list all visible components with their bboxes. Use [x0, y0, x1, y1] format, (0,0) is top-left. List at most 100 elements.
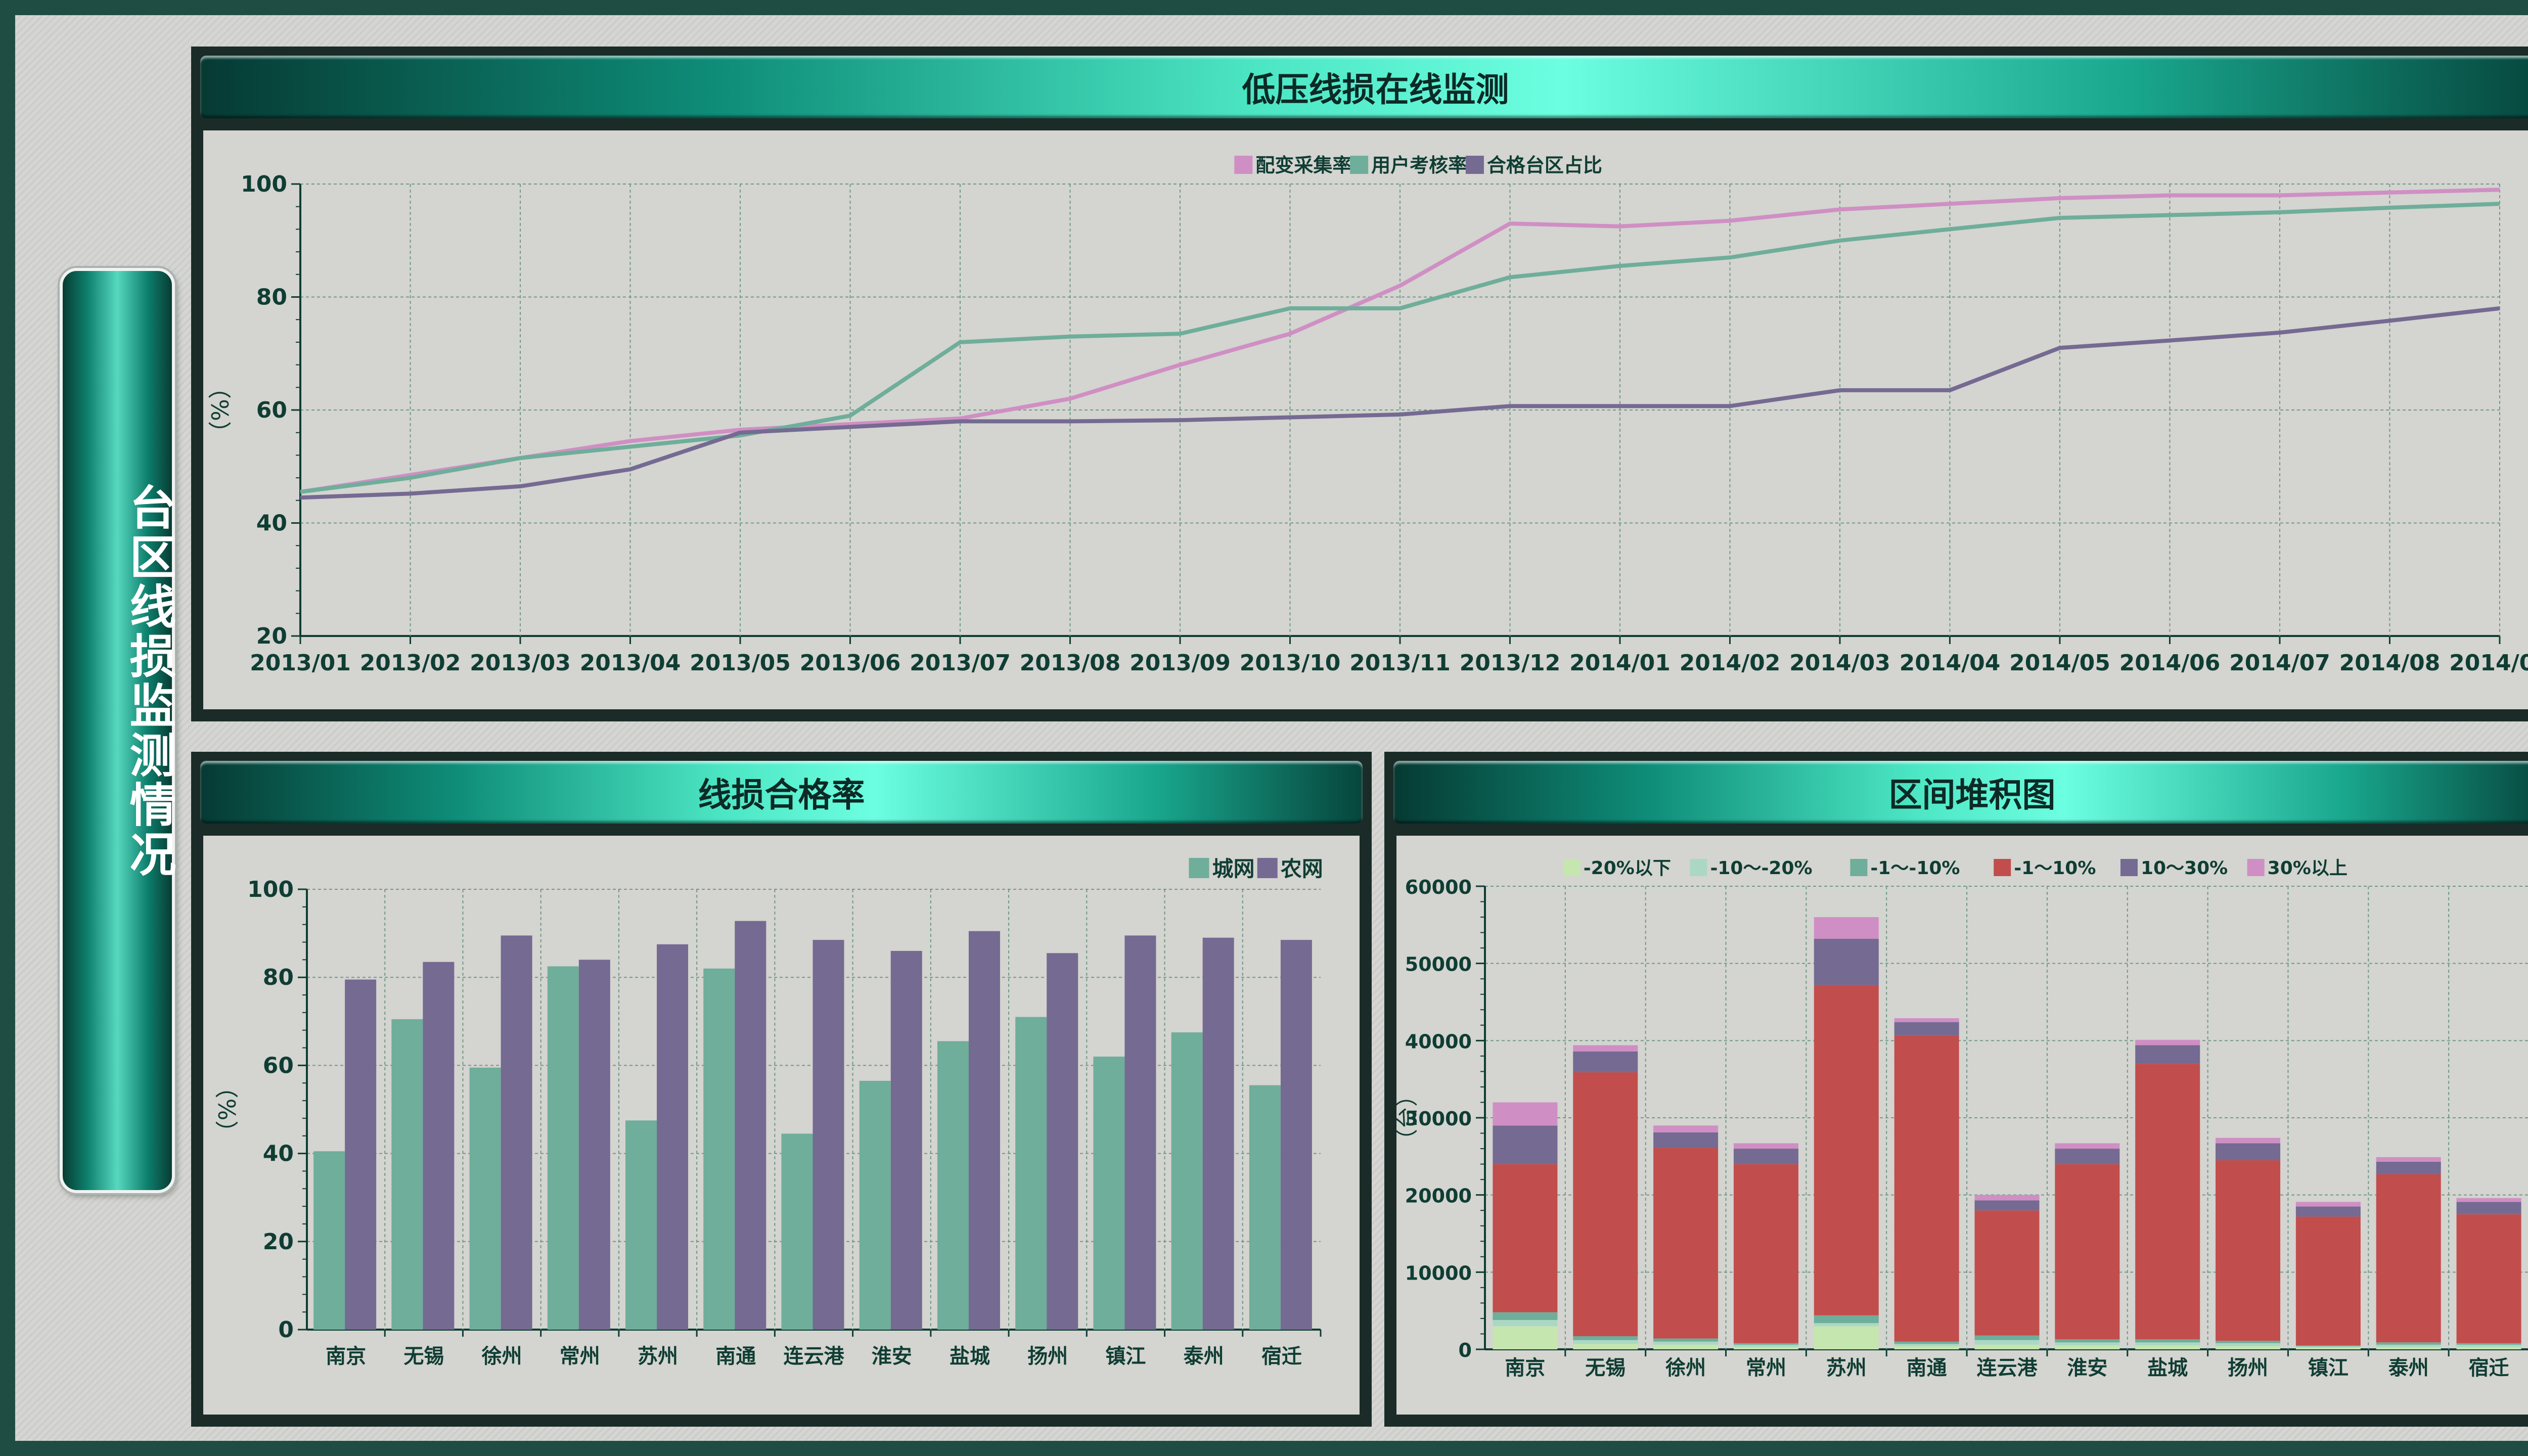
bar [469, 1067, 501, 1330]
bar-segment [1653, 1132, 1719, 1148]
x-tick-label: 淮安 [872, 1345, 912, 1368]
legend-label: 配变采集率 [1255, 154, 1351, 176]
bar-segment [2456, 1202, 2521, 1214]
bar-segment [1573, 1045, 1638, 1052]
stacked-chart-plot-area: 0 10000 20000 30000 40000 50000 60000 （台） 南京 无锡 徐州… [1396, 836, 2528, 1415]
x-tick-label: 2013/03 [470, 650, 571, 676]
bar [937, 1041, 969, 1330]
x-tick-label: 苏州 [1826, 1356, 1867, 1380]
x-tick-label: 2014/06 [2119, 650, 2221, 676]
bar-segment [1974, 1210, 2040, 1336]
bar-segment [1974, 1335, 2040, 1340]
x-tick-label: 宿迁 [1261, 1345, 1302, 1368]
bar-segment [1733, 1344, 1798, 1347]
y-tick-label: 40 [256, 511, 287, 536]
bar-segment [2216, 1341, 2281, 1343]
bar [968, 931, 1000, 1330]
x-tick-label: 2013/09 [1130, 650, 1231, 676]
bar-segment [1653, 1344, 1719, 1349]
stacked-chart-header: 区间堆积图 [1393, 761, 2528, 824]
bar-segment [2055, 1164, 2120, 1340]
legend: 城网 农网 [1189, 856, 1323, 881]
legend-swatch [1994, 859, 2011, 876]
x-tick-label: 扬州 [1027, 1345, 1068, 1368]
bar [391, 1019, 423, 1330]
x-tick-label: 常州 [560, 1345, 600, 1368]
bar-segment [2055, 1342, 2120, 1346]
y-axis-label: （%） [214, 1075, 241, 1144]
x-tick-label: 常州 [1746, 1356, 1786, 1380]
x-tick-label: 南通 [1907, 1356, 1947, 1380]
bar-segment [2216, 1346, 2281, 1349]
x-tick-label: 2013/12 [1460, 650, 1561, 676]
bar-segment [1733, 1164, 1798, 1343]
bar [1093, 1056, 1125, 1330]
bar-segment [1653, 1338, 1719, 1342]
bar-segment [1894, 1022, 1959, 1035]
line-chart: 20 40 60 80 100 （%） 2013/01 2013/02 2013/03 2013/… [207, 154, 2528, 676]
y-tick-label: 20 [263, 1229, 294, 1255]
bar-segment [2456, 1347, 2521, 1349]
bar [547, 966, 579, 1330]
bar [345, 979, 377, 1330]
bar-segment [2135, 1039, 2200, 1045]
bar-segment [1653, 1125, 1719, 1133]
y-tick-label: 0 [278, 1317, 294, 1343]
bar-segment [2295, 1347, 2361, 1349]
bar-segment [2055, 1143, 2120, 1149]
line-chart-title: 低压线损在线监测 [1242, 70, 1509, 109]
y-tick-label: 10000 [1405, 1262, 1472, 1284]
line-chart-panel: 低压线损在线监测 20 40 60 80 100 （%） 2013/01 2013/02 201… [191, 47, 2528, 721]
x-tick-label: 南通 [715, 1345, 756, 1368]
y-axis-label: （%） [207, 376, 234, 444]
bar-segment [1814, 1326, 1879, 1349]
x-tick-label: 2014/04 [1900, 650, 2001, 676]
y-tick-label: 100 [241, 171, 287, 197]
bar-segment [1493, 1164, 1558, 1312]
bar-segment [2295, 1345, 2361, 1346]
legend-swatch [1690, 859, 1707, 876]
bar-segment [2055, 1149, 2120, 1164]
x-tick-label: 2013/10 [1240, 650, 1341, 676]
x-tick-label: 2013/08 [1020, 650, 1121, 676]
x-tick-label: 连云港 [1977, 1356, 2038, 1380]
bar-chart-panel: 线损合格率 0 20 40 60 80 100 （%） 南京 无锡 徐州 常州 苏州 南通 连云港 淮安 盐城… [191, 752, 1372, 1427]
legend-swatch [1850, 859, 1868, 876]
y-tick-label: 60 [263, 1053, 294, 1078]
legend-label: 城网 [1212, 856, 1254, 881]
x-tick-label: 2014/03 [1789, 650, 1890, 676]
bar-segment [2216, 1138, 2281, 1144]
legend-label: -10～-20% [1710, 858, 1812, 879]
bar [890, 950, 922, 1330]
x-tick-label: 2013/06 [800, 650, 901, 676]
bar-segment [2135, 1064, 2200, 1340]
legend-label: 合格台区占比 [1487, 154, 1602, 176]
bar [1280, 940, 1312, 1330]
bar-segment [2216, 1343, 2281, 1346]
x-tick-label: 无锡 [403, 1345, 444, 1368]
y-tick-label: 60000 [1405, 876, 1472, 898]
bar [1124, 935, 1156, 1330]
bar-segment [2376, 1342, 2441, 1345]
side-title-banner: 台区线损监测情况 [60, 268, 176, 1193]
bar-segment [2376, 1344, 2441, 1347]
bar [625, 1120, 657, 1330]
bar [1202, 937, 1234, 1330]
bar-segment [1733, 1149, 1798, 1164]
y-tick-label: 80 [256, 285, 287, 310]
dashboard-background: 台区线损监测情况 低压线损在线监测 20 40 60 80 100 （%） 2013/01 2… [15, 15, 2528, 1441]
bar-segment [1894, 1341, 1959, 1344]
bar-segment [1573, 1336, 1638, 1340]
bar-segment [1573, 1072, 1638, 1337]
x-tick-label: 2013/01 [250, 650, 351, 676]
bar-segment [1493, 1125, 1558, 1164]
bar-segment [1814, 917, 1879, 939]
legend-swatch [1563, 859, 1581, 876]
bar-chart: 0 20 40 60 80 100 （%） 南京 无锡 徐州 常州 苏州 南通 连云港 淮安 盐城 扬州 镇江 泰州… [214, 856, 1323, 1368]
bar-segment [1573, 1051, 1638, 1072]
stacked-chart-panel: 区间堆积图 0 10000 20000 30000 40000 50000 60000 （台）… [1384, 752, 2528, 1427]
x-tick-label: 镇江 [2308, 1356, 2349, 1380]
bar-segment [1493, 1320, 1558, 1327]
y-tick-label: 40000 [1405, 1030, 1472, 1053]
bar-segment [2216, 1160, 2281, 1341]
